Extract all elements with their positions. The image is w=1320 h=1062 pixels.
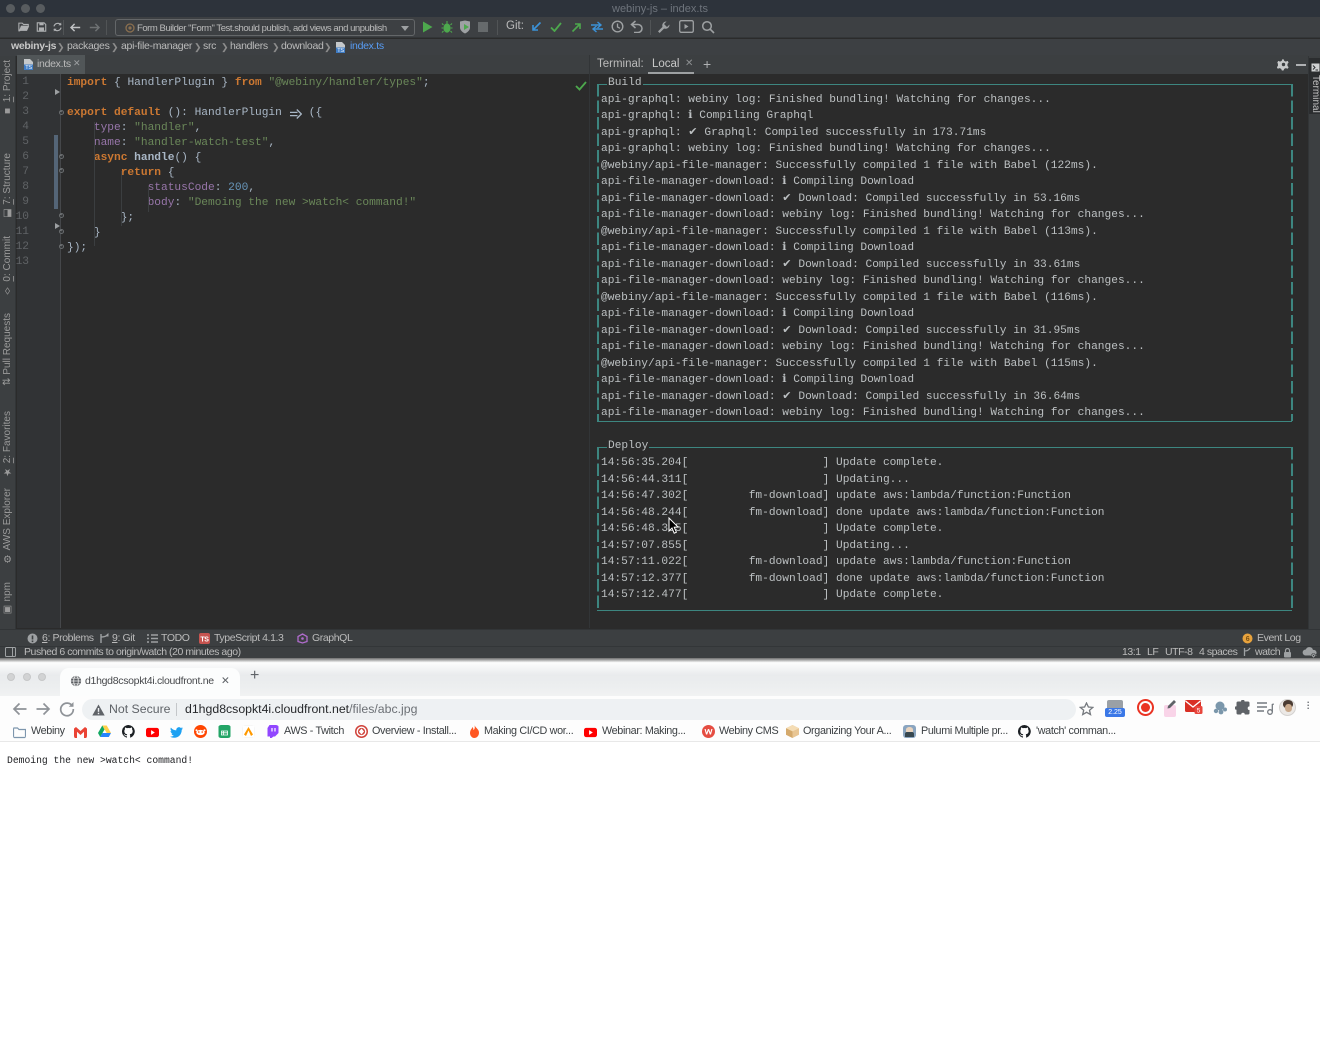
svg-text:5: 5 — [1197, 707, 1201, 714]
svg-text:TS: TS — [25, 65, 32, 70]
svg-text:TS: TS — [337, 48, 344, 53]
svg-text:TS: TS — [200, 637, 209, 644]
svg-text:6: 6 — [1246, 636, 1250, 643]
